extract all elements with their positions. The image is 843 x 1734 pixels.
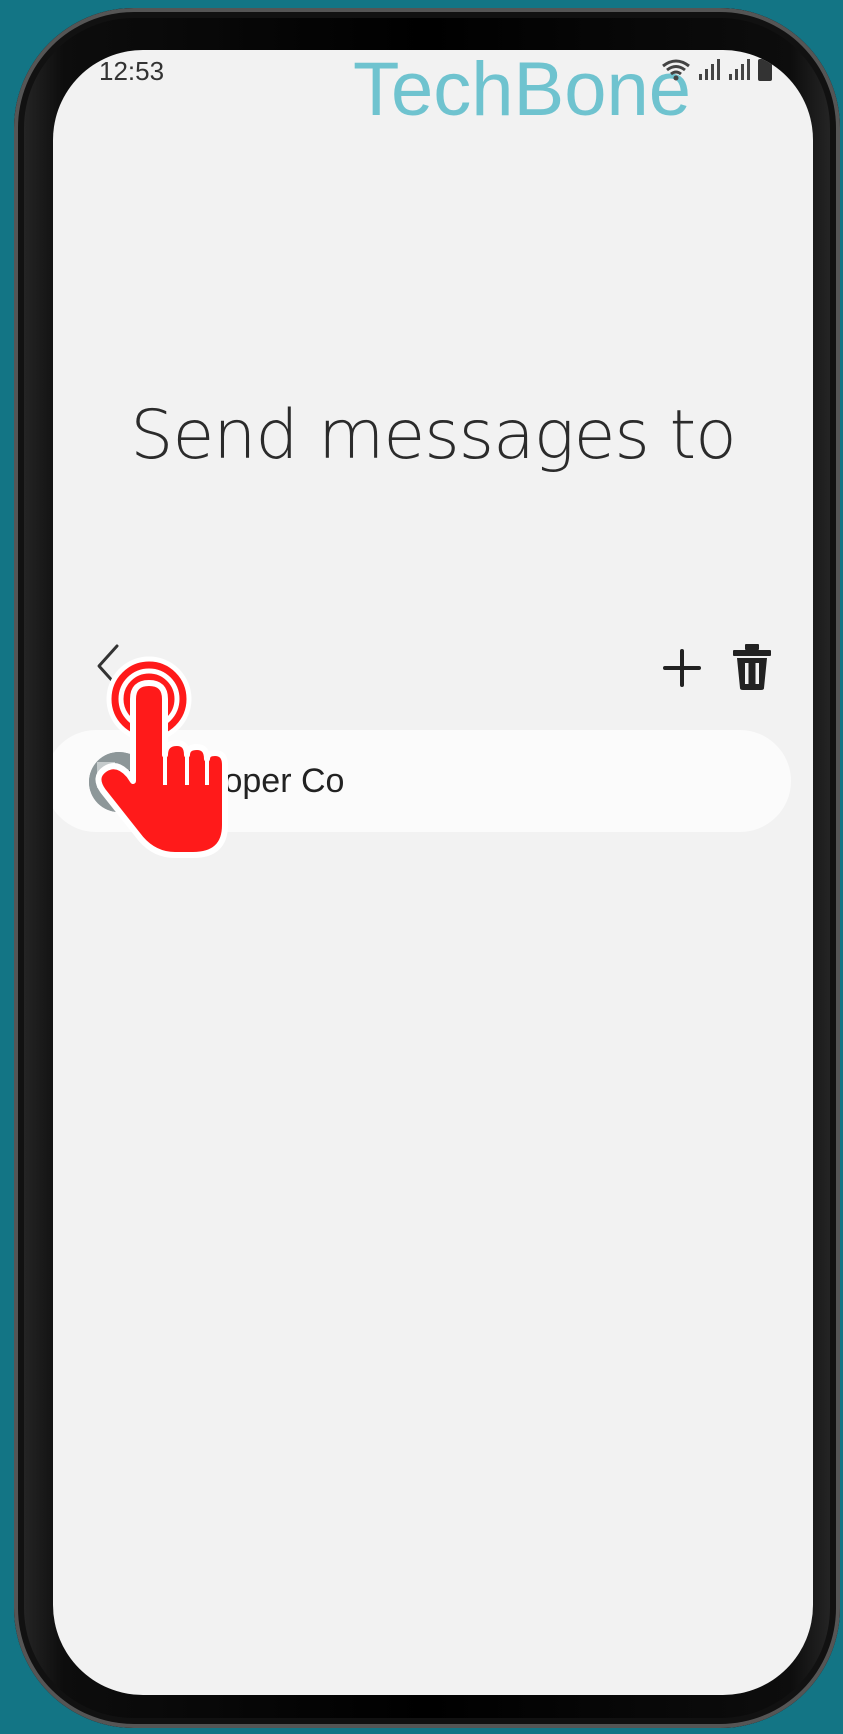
signal-icon	[699, 59, 720, 80]
contact-name: Cooper Co	[180, 762, 345, 800]
add-recipient-button[interactable]	[657, 643, 707, 693]
plus-icon	[663, 649, 701, 687]
back-button[interactable]	[89, 640, 129, 692]
signal-icon	[729, 59, 750, 80]
avatar	[89, 752, 149, 812]
chevron-left-icon	[97, 644, 119, 688]
status-time: 12:53	[99, 56, 165, 86]
watermark-logo: TechBone	[353, 50, 692, 132]
contact-photo-icon	[89, 752, 149, 812]
wifi-icon	[662, 59, 690, 81]
contact-row[interactable]: Cooper Co	[53, 730, 791, 832]
delete-button[interactable]	[729, 640, 775, 692]
phone-screen: 12:53 TechBone Send messages to Cooper C…	[53, 50, 813, 1695]
battery-icon	[758, 56, 772, 81]
trash-icon	[733, 644, 771, 690]
page-title: Send messages to	[130, 395, 736, 475]
status-icons	[661, 56, 773, 82]
